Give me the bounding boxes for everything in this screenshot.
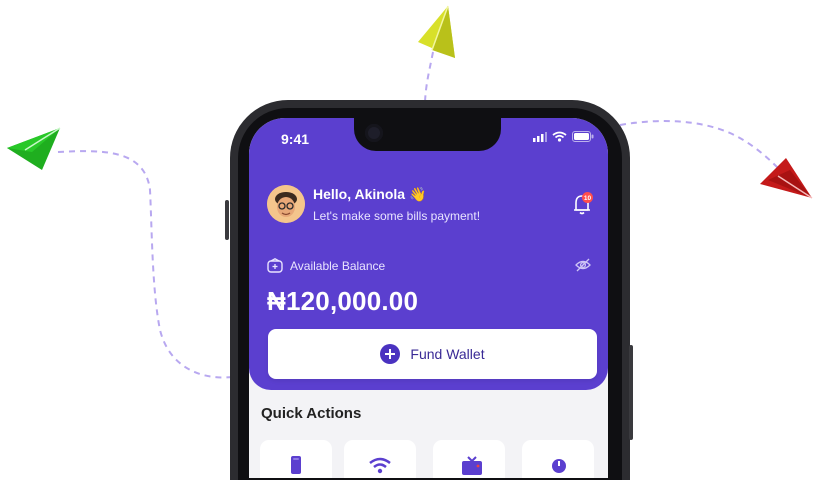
volume-button	[225, 200, 229, 240]
dashed-path-right	[619, 120, 779, 169]
phone-icon	[291, 456, 301, 474]
camera	[365, 124, 383, 142]
balance-label: Available Balance	[290, 258, 386, 273]
fund-wallet-button[interactable]: Fund Wallet	[268, 329, 597, 379]
greeting-text: Hello, Akinola 👋	[313, 186, 427, 202]
notification-badge: 10	[584, 195, 592, 202]
bell-icon: 10	[574, 192, 593, 215]
wallet-icon	[267, 258, 283, 273]
balance-amount: ₦120,000.00	[267, 286, 419, 316]
greeting-subtitle: Let's make some bills payment!	[313, 209, 481, 223]
phone-screen: 9:41 Hello, Akinola 👋 Let's make some bi…	[249, 118, 608, 478]
paper-plane-green-icon	[7, 127, 61, 170]
paper-plane-red-icon	[760, 158, 813, 199]
dashed-path-top	[424, 51, 434, 103]
quick-action-airtime[interactable]	[260, 440, 332, 478]
balance-label-row: Available Balance	[267, 258, 385, 273]
quick-actions-title: Quick Actions	[261, 405, 362, 422]
memoji-avatar-icon	[267, 185, 305, 223]
dashed-path-left	[57, 150, 233, 379]
quick-action-cable-tv[interactable]	[433, 440, 505, 478]
status-time: 9:41	[281, 131, 310, 147]
side-button	[629, 345, 633, 440]
status-icons	[533, 131, 594, 142]
notification-button[interactable]: 10	[572, 192, 594, 221]
eye-off-icon	[575, 258, 591, 272]
paper-plane-yellow-icon	[418, 5, 455, 58]
plus-circle-icon	[380, 344, 401, 364]
quick-action-data[interactable]	[344, 440, 416, 478]
power-icon	[552, 459, 566, 473]
wifi-icon	[369, 457, 391, 474]
avatar[interactable]	[267, 185, 305, 223]
toggle-balance-visibility[interactable]	[575, 258, 591, 277]
tv-icon	[462, 456, 482, 475]
quick-action-electricity[interactable]	[522, 440, 594, 478]
signal-icon	[533, 131, 547, 142]
battery-icon	[572, 131, 594, 142]
fund-wallet-label: Fund Wallet	[410, 346, 485, 362]
wifi-status-icon	[552, 131, 567, 142]
